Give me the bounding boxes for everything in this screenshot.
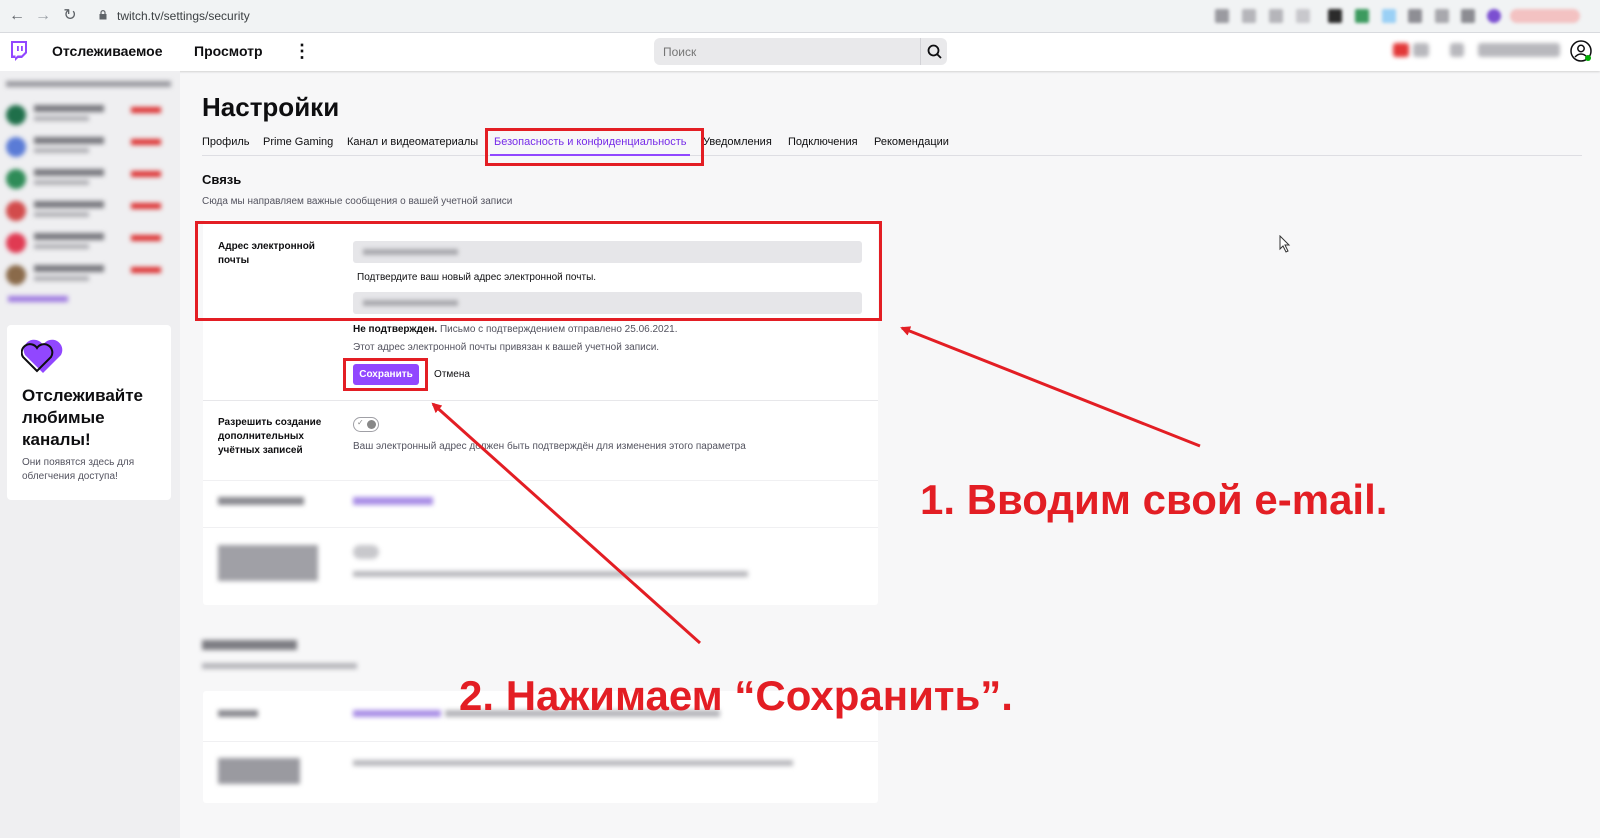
highlight-email-fields: [195, 221, 882, 321]
section-subtitle-contact: Сюда мы направляем важные сообщения о ва…: [202, 196, 513, 207]
extension-icon[interactable]: [1242, 9, 1256, 23]
annotation-step2: 2. Нажимаем “Сохранить”.: [459, 672, 1013, 719]
show-more-link[interactable]: [8, 296, 68, 302]
promo-title: Отслеживайте любимые каналы!: [22, 386, 144, 449]
blurred-setting-note: [353, 571, 748, 577]
twitch-logo-icon[interactable]: [9, 40, 29, 62]
user-avatar-icon[interactable]: [1570, 40, 1592, 62]
tab-recommendations[interactable]: Рекомендации: [874, 136, 949, 148]
lock-icon: [99, 10, 107, 20]
blurred-toggle[interactable]: [353, 545, 379, 559]
row-divider: [203, 480, 878, 481]
security-section-title: [202, 640, 297, 650]
bits-button[interactable]: [1478, 43, 1560, 57]
whispers-icon[interactable]: [1450, 43, 1464, 57]
allow-accounts-note: Ваш электронный адрес должен быть подтве…: [353, 441, 746, 452]
sidebar-header: [6, 81, 171, 87]
promo-subtitle: Они появятся здесь для облегчения доступ…: [22, 457, 135, 482]
highlight-security-tab: [485, 128, 704, 166]
highlight-save-button: [343, 358, 428, 391]
extension-icon[interactable]: [1215, 9, 1229, 23]
tab-profile[interactable]: Профиль: [202, 136, 250, 148]
heart-icon: [21, 339, 63, 373]
address-bar[interactable]: [90, 4, 1190, 29]
annotation-step1: 1. Вводим свой e-mail.: [920, 476, 1388, 523]
tab-prime-gaming[interactable]: Prime Gaming: [263, 136, 333, 148]
tab-connections[interactable]: Подключения: [788, 136, 858, 148]
row-divider: [203, 527, 878, 528]
verification-status: Не подтвержден. Письмо с подтверждением …: [353, 324, 678, 335]
update-chip[interactable]: [1510, 9, 1580, 23]
forward-icon[interactable]: →: [34, 7, 52, 25]
follow-promo-card: Отслеживайте любимые каналы! Они появятс…: [7, 325, 171, 500]
extension-icon[interactable]: [1461, 9, 1475, 23]
arrow-to-email: [900, 326, 1201, 448]
sidebar-channel[interactable]: [6, 101, 171, 127]
address-url: twitch.tv/settings/security: [117, 9, 250, 23]
sidebar-channel[interactable]: [6, 229, 171, 255]
security-section-subtitle: [202, 663, 357, 669]
two-factor-label: [218, 758, 300, 784]
extension-icon[interactable]: [1435, 9, 1449, 23]
password-label: [218, 710, 258, 717]
profile-icon[interactable]: [1487, 9, 1501, 23]
browser-toolbar: ← → ↻ twitch.tv/settings/security: [0, 0, 1600, 33]
section-title-contact: Связь: [202, 172, 242, 187]
search-input[interactable]: [654, 38, 920, 65]
tab-channel[interactable]: Канал и видеоматериалы: [347, 136, 478, 148]
search-button[interactable]: [920, 38, 947, 65]
nav-following[interactable]: Отслеживаемое: [52, 43, 163, 59]
extension-icon[interactable]: [1382, 9, 1396, 23]
tab-notifications[interactable]: Уведомления: [703, 136, 772, 148]
allow-accounts-toggle[interactable]: ✓: [353, 417, 379, 432]
sidebar-channel[interactable]: [6, 197, 171, 223]
not-verified-label: Не подтвержден.: [353, 324, 438, 335]
inbox-icon[interactable]: [1413, 43, 1429, 57]
search-icon: [927, 44, 942, 59]
sidebar-channel[interactable]: [6, 133, 171, 159]
reload-icon[interactable]: ↻: [61, 7, 79, 25]
sidebar-channel[interactable]: [6, 261, 171, 287]
two-factor-note: [353, 760, 793, 766]
extension-icon[interactable]: [1269, 9, 1283, 23]
row-divider: [203, 400, 878, 401]
verification-date-text: Письмо с подтверждением отправлено 25.06…: [437, 324, 678, 335]
cancel-button[interactable]: Отмена: [427, 364, 477, 385]
phone-label: [218, 497, 304, 505]
email-linked-note: Этот адрес электронной почты привязан к …: [353, 342, 660, 353]
mouse-cursor-icon: [1279, 235, 1291, 253]
tabs-divider: [202, 155, 1582, 156]
change-password-link[interactable]: [353, 710, 441, 717]
extension-icon[interactable]: [1296, 9, 1310, 23]
check-icon: ✓: [357, 418, 364, 427]
page-title: Настройки: [202, 92, 340, 122]
allow-accounts-label: Разрешить создание дополнительных учётны…: [218, 417, 322, 456]
add-phone-link[interactable]: [353, 497, 433, 505]
extension-icon[interactable]: [1408, 9, 1422, 23]
nav-browse[interactable]: Просмотр: [194, 43, 263, 59]
sidebar-channel[interactable]: [6, 165, 171, 191]
extension-icon[interactable]: [1328, 9, 1342, 23]
notification-icon[interactable]: [1393, 43, 1409, 57]
top-navigation: Отслеживаемое Просмотр ⋮: [0, 33, 1600, 71]
extension-icon[interactable]: [1355, 9, 1369, 23]
blurred-setting-label: [218, 545, 318, 581]
row-divider: [203, 741, 878, 742]
more-menu-icon[interactable]: ⋮: [293, 42, 311, 60]
back-icon[interactable]: ←: [8, 7, 26, 25]
